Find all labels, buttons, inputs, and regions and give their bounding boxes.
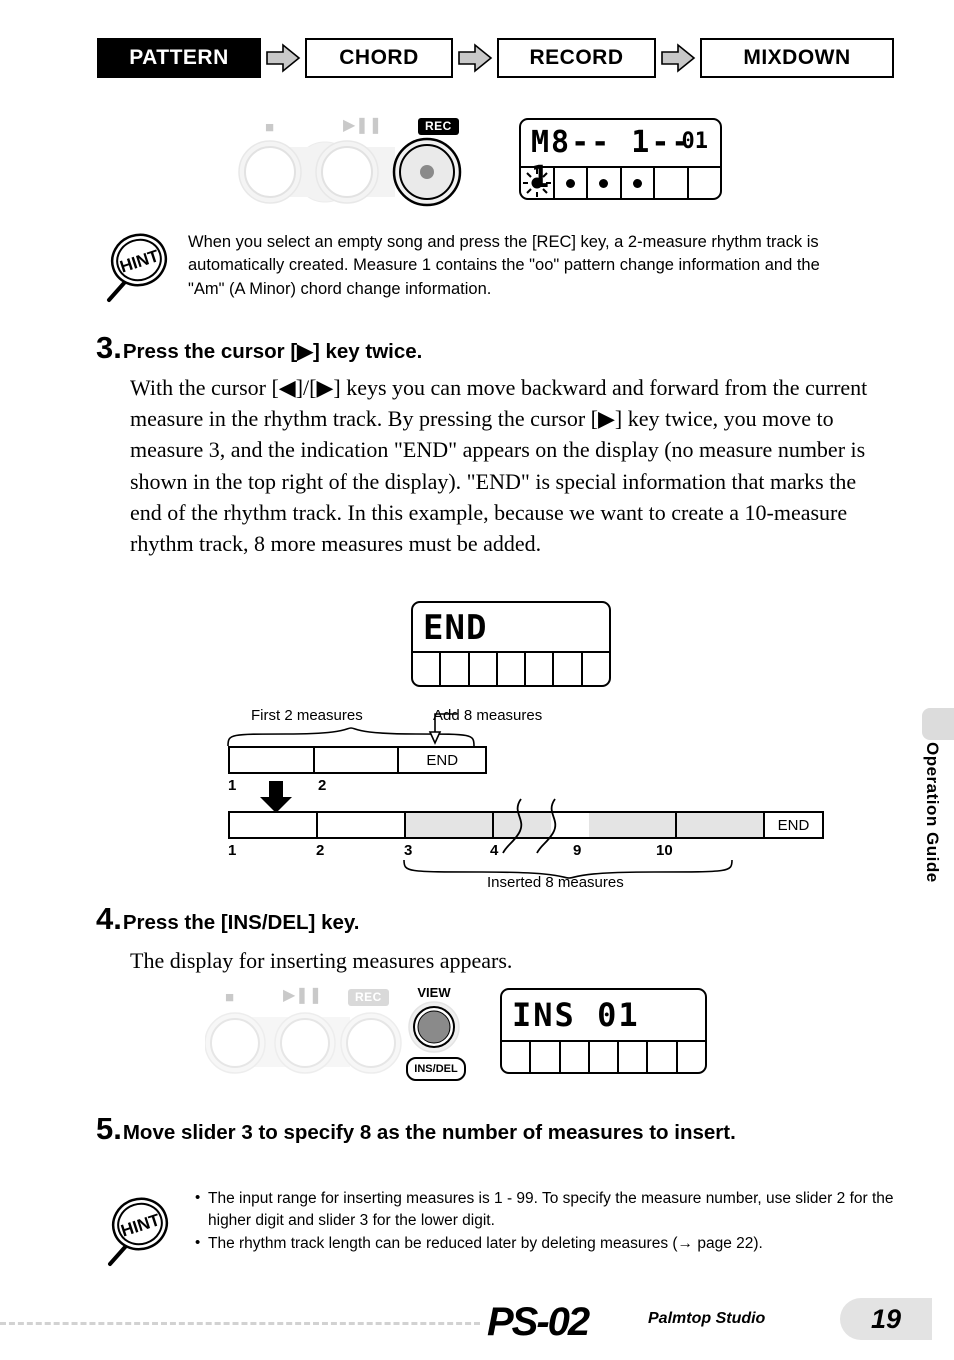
lcd-display-ins: INS 01	[500, 988, 707, 1074]
step-title: Move slider 3 to specify 8 as the number…	[122, 1121, 736, 1144]
lcd-step-cells	[502, 1040, 705, 1072]
product-tagline: Palmtop Studio	[648, 1310, 766, 1327]
measure-segment-end: END	[765, 813, 822, 837]
manual-page: PATTERN CHORD RECORD MIXDOWN ■ ▶❚❚ REC M…	[0, 0, 954, 1360]
hint-bullet: The input range for inserting measures i…	[193, 1187, 913, 1231]
measure-segment	[230, 813, 318, 837]
measure-segment-inserted	[406, 813, 494, 837]
step-4-heading: 4. Press the [INS/DEL] key.	[96, 903, 359, 937]
step-4-body: The display for inserting measures appea…	[130, 948, 513, 973]
step-title: Press the [INS/DEL] key.	[122, 911, 360, 934]
lcd-main-text: INS 01	[512, 996, 640, 1034]
measure-number: 2	[318, 777, 327, 794]
footer-divider	[0, 1322, 480, 1325]
down-arrow-icon	[260, 781, 292, 813]
hint-badge-bottom: HINT	[106, 1196, 176, 1268]
rec-badge-label: REC	[355, 990, 382, 1004]
side-tab-marker	[922, 708, 954, 740]
break-squiggle-icon	[502, 798, 557, 854]
measure-segment	[230, 748, 315, 772]
page-number-box: 19	[840, 1298, 932, 1340]
hint-bullet: The rhythm track length can be reduced l…	[193, 1232, 913, 1255]
measure-number: 3	[404, 842, 413, 859]
view-button[interactable]	[398, 1001, 470, 1053]
lcd-cell	[619, 1042, 649, 1072]
stop-icon: ■	[225, 989, 235, 1006]
lcd-cell	[502, 1042, 532, 1072]
measure-bar-before: END	[228, 746, 487, 774]
measure-number: 4	[490, 842, 499, 859]
step-number: 4.	[96, 901, 122, 936]
magnifier-icon: HINT	[108, 1197, 169, 1266]
measure-number: 1	[228, 777, 237, 794]
lcd-cell	[531, 1042, 561, 1072]
lcd-cell	[648, 1042, 678, 1072]
measure-number: 1	[228, 842, 237, 859]
measure-number: 10	[656, 842, 673, 859]
measure-segment	[314, 748, 400, 772]
add-measures-arrow-icon	[428, 713, 457, 745]
product-logo: PS-02	[487, 1300, 590, 1344]
hint-list-bottom: The input range for inserting measures i…	[193, 1187, 913, 1257]
diagram-label-inserted-measures: Inserted 8 measures	[487, 874, 624, 891]
lcd-cell	[678, 1042, 705, 1072]
step-5-heading: 5. Move slider 3 to specify 8 as the num…	[96, 1113, 886, 1147]
play-pause-icon: ▶❚❚	[283, 987, 323, 1004]
measure-segment-inserted	[677, 813, 765, 837]
insdel-label: INS/DEL	[406, 1057, 466, 1081]
measure-segment-inserted	[589, 813, 677, 837]
side-tab-label: Operation Guide	[923, 742, 942, 883]
step-number: 5.	[96, 1111, 122, 1146]
measure-number: 9	[573, 842, 582, 859]
view-label: VIEW	[417, 985, 451, 1000]
transport-buttons-graphic	[205, 1012, 402, 1074]
page-number: 19	[870, 1303, 902, 1334]
measure-number: 2	[316, 842, 325, 859]
measure-segment-end: END	[399, 748, 486, 772]
insdel-text: INS/DEL	[414, 1063, 458, 1075]
lcd-cell	[561, 1042, 590, 1072]
measure-segment	[318, 813, 406, 837]
diagram-label-first-measures: First 2 measures	[251, 707, 363, 724]
measure-diagram: First 2 measures Add 8 measures END 1 2	[0, 0, 954, 1360]
view-insdel-control: VIEW INS/DEL	[398, 985, 470, 1085]
lcd-cell	[590, 1042, 620, 1072]
rec-badge: REC	[348, 989, 389, 1006]
